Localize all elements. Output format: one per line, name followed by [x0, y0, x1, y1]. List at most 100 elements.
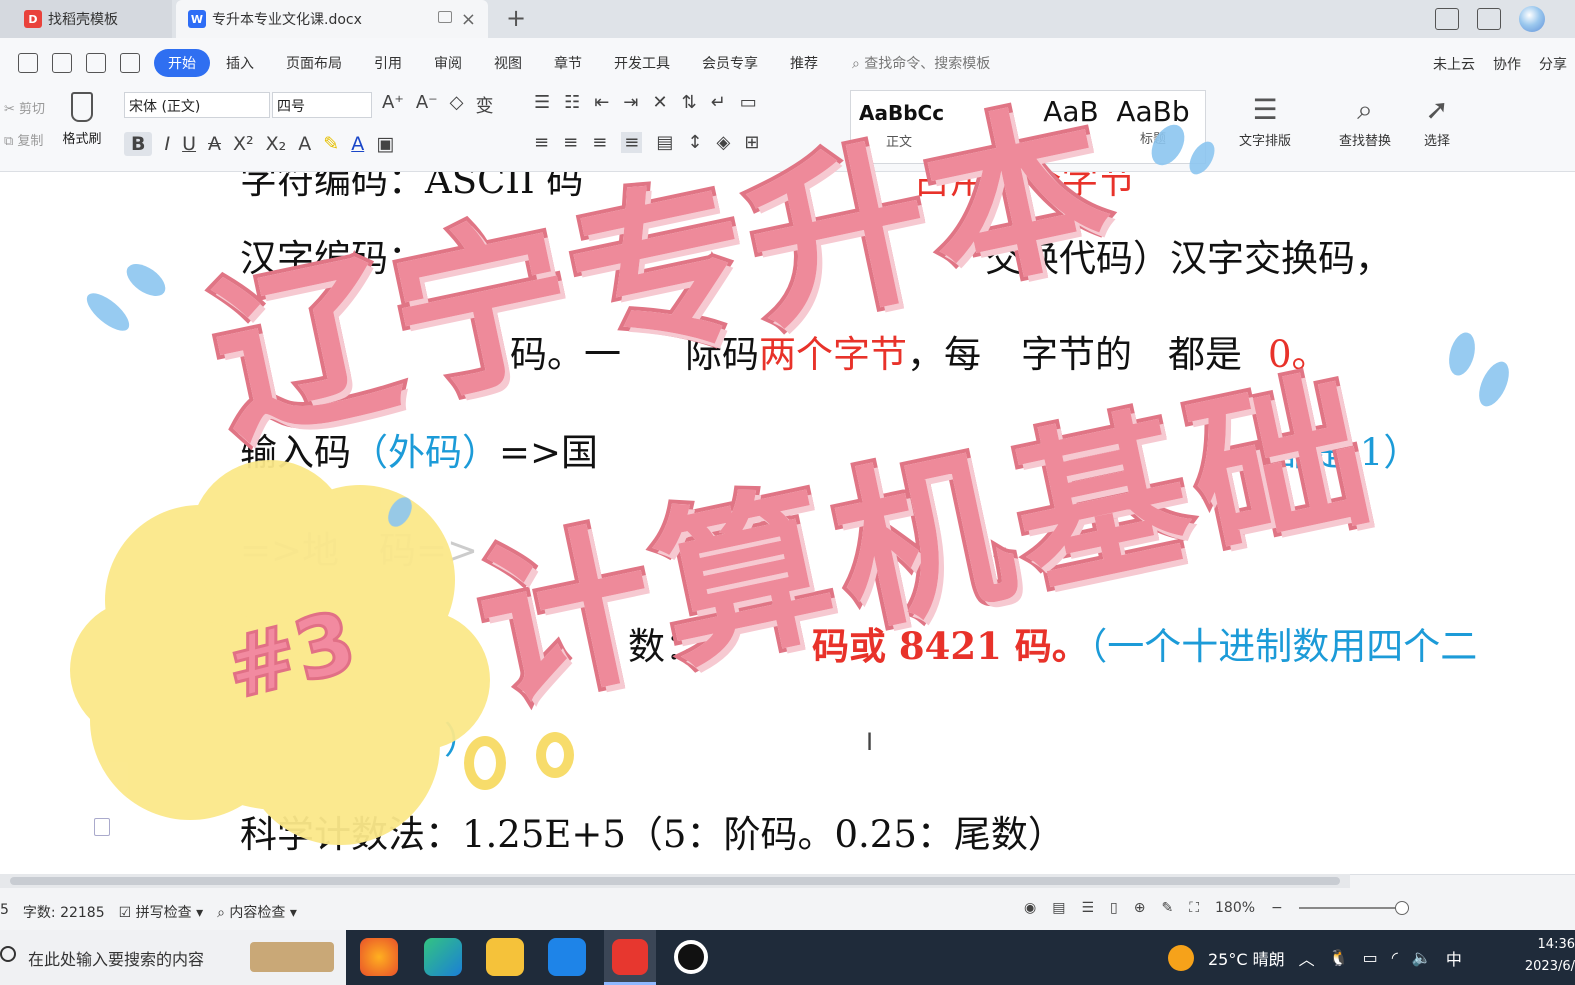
taskbar-search[interactable]: 在此处输入要搜索的内容: [0, 930, 346, 985]
borders-icon[interactable]: ⊞: [744, 132, 759, 153]
highlight-button[interactable]: ✎: [323, 133, 339, 155]
save-icon[interactable]: [18, 53, 38, 73]
text-layout-button[interactable]: ☰ 文字排版: [1228, 90, 1302, 149]
qq-icon[interactable]: 🐧: [1329, 948, 1349, 967]
clock[interactable]: 14:36 2023/6/: [1521, 934, 1575, 978]
table-icon[interactable]: ▭: [740, 92, 757, 113]
read-view-icon[interactable]: ▯: [1110, 900, 1118, 916]
battery-icon[interactable]: ▭: [1363, 948, 1378, 967]
weather-text[interactable]: 25°C 晴朗: [1208, 946, 1285, 970]
export-icon[interactable]: [52, 53, 72, 73]
align-right-icon[interactable]: ≡: [592, 132, 607, 153]
close-icon[interactable]: ×: [461, 9, 476, 30]
numbering-icon[interactable]: ☷: [564, 92, 580, 113]
file-explorer-icon[interactable]: [486, 938, 524, 976]
justify-icon[interactable]: ≡: [621, 132, 643, 153]
tab-document[interactable]: W 专升本专业文化课.docx ×: [176, 0, 488, 38]
zoom-knob[interactable]: [1394, 901, 1409, 915]
tab-review[interactable]: 审阅: [418, 53, 478, 73]
distribute-icon[interactable]: ▤: [656, 132, 673, 153]
edge-icon[interactable]: [424, 938, 462, 976]
font-name-select[interactable]: 宋体 (正文): [124, 92, 270, 118]
add-tab-button[interactable]: +: [506, 4, 526, 32]
outline-view-icon[interactable]: ☰: [1081, 900, 1094, 916]
cloud-button[interactable]: 未上云: [1433, 54, 1475, 74]
clear-format-icon[interactable]: ◇: [450, 92, 464, 118]
find-replace-button[interactable]: ⌕ 查找替换: [1328, 90, 1402, 149]
zoom-out-button[interactable]: −: [1271, 900, 1283, 916]
fit-icon[interactable]: ⛶: [1189, 900, 1199, 916]
cut-button[interactable]: ✂ 剪切: [4, 94, 45, 126]
copy-button[interactable]: ⧉ 复制: [4, 126, 45, 158]
collaborate-button[interactable]: 协作: [1493, 54, 1521, 74]
increase-indent-icon[interactable]: ⇥: [623, 92, 638, 113]
tab-insert[interactable]: 插入: [210, 53, 270, 73]
tab-developer[interactable]: 开发工具: [598, 53, 686, 73]
word-count[interactable]: 字数: 22185: [23, 902, 105, 922]
document-canvas[interactable]: 字符编码：ASCII 码 占用一个字节 汉字编码： 交换代码）汉字交换码， 码。一 际…: [0, 172, 1575, 874]
wifi-icon[interactable]: ◜: [1392, 948, 1398, 967]
tab-view[interactable]: 视图: [478, 53, 538, 73]
grow-font-icon[interactable]: A⁺: [382, 92, 404, 118]
scroll-thumb[interactable]: [10, 877, 1340, 885]
sort-icon[interactable]: ⇅: [682, 92, 697, 113]
bullets-icon[interactable]: ☰: [534, 92, 550, 113]
decrease-indent-icon[interactable]: ⇤: [594, 92, 609, 113]
page-view-icon[interactable]: ▤: [1052, 900, 1065, 916]
subscript-button[interactable]: X₂: [266, 133, 287, 155]
select-button[interactable]: ➚ 选择: [1412, 90, 1462, 149]
eye-protect-icon[interactable]: ◉: [1024, 900, 1036, 916]
print-icon[interactable]: [86, 53, 106, 73]
tab-member[interactable]: 会员专享: [686, 53, 774, 73]
phonetic-icon[interactable]: 变: [476, 92, 494, 118]
tab-docer[interactable]: D 找稻壳模板: [0, 0, 172, 38]
recorder-icon[interactable]: [674, 940, 708, 974]
web-view-icon[interactable]: ⊕: [1134, 900, 1146, 916]
page-number[interactable]: 5: [0, 902, 9, 922]
share-button[interactable]: 分享: [1539, 54, 1567, 74]
italic-button[interactable]: I: [164, 133, 170, 155]
line-spacing-icon[interactable]: ↕: [687, 132, 702, 153]
char-border-button[interactable]: ▣: [376, 133, 394, 155]
tab-recommend[interactable]: 推荐: [774, 53, 834, 73]
chinese-layout-icon[interactable]: ✕: [652, 92, 667, 113]
firefox-icon[interactable]: [360, 938, 398, 976]
ime-indicator[interactable]: 中: [1446, 946, 1462, 970]
tab-references[interactable]: 引用: [358, 53, 418, 73]
font-size-select[interactable]: 四号: [272, 92, 372, 118]
horizontal-scrollbar[interactable]: [0, 874, 1350, 888]
wps-icon[interactable]: [604, 930, 656, 985]
window-icon[interactable]: [438, 11, 452, 23]
align-center-icon[interactable]: ≡: [563, 132, 578, 153]
grid-icon[interactable]: [1477, 8, 1501, 30]
shrink-font-icon[interactable]: A⁻: [416, 92, 438, 118]
show-marks-icon[interactable]: ↵: [711, 92, 726, 113]
zoom-level[interactable]: 180%: [1215, 900, 1255, 916]
style-title[interactable]: AaBb 标题: [1113, 95, 1193, 147]
strikethrough-button[interactable]: A: [208, 133, 221, 155]
chevron-up-icon[interactable]: ︿: [1299, 946, 1315, 970]
volume-icon[interactable]: 🔈: [1412, 948, 1432, 967]
superscript-button[interactable]: X²: [233, 133, 254, 155]
command-search[interactable]: ⌕ 查找命令、搜索模板: [852, 53, 990, 73]
pen-icon[interactable]: ✎: [1161, 900, 1173, 916]
page-nav-icon[interactable]: [94, 818, 110, 836]
bold-button[interactable]: B: [124, 132, 153, 156]
phone-link-icon[interactable]: [548, 938, 586, 976]
style-normal[interactable]: AaBbCc 正文: [859, 95, 944, 150]
format-painter-button[interactable]: 格式刷: [54, 92, 110, 147]
zoom-slider[interactable]: [1298, 901, 1409, 915]
text-effect-button[interactable]: A: [298, 133, 311, 155]
style-heading2[interactable]: AaB 题 2: [1031, 95, 1111, 147]
spell-check-button[interactable]: ☑ 拼写检查 ▾: [119, 902, 204, 922]
align-left-icon[interactable]: ≡: [534, 132, 549, 153]
weather-icon[interactable]: [1168, 944, 1194, 971]
tab-chapter[interactable]: 章节: [538, 53, 598, 73]
tab-page-layout[interactable]: 页面布局: [270, 53, 358, 73]
avatar[interactable]: [1519, 6, 1545, 32]
font-color-button[interactable]: A: [351, 133, 364, 155]
tab-home[interactable]: 开始: [154, 49, 210, 77]
content-check-button[interactable]: ⌕ 内容检查 ▾: [217, 902, 297, 922]
layout-icon[interactable]: [1435, 8, 1459, 30]
underline-button[interactable]: U: [182, 133, 196, 155]
